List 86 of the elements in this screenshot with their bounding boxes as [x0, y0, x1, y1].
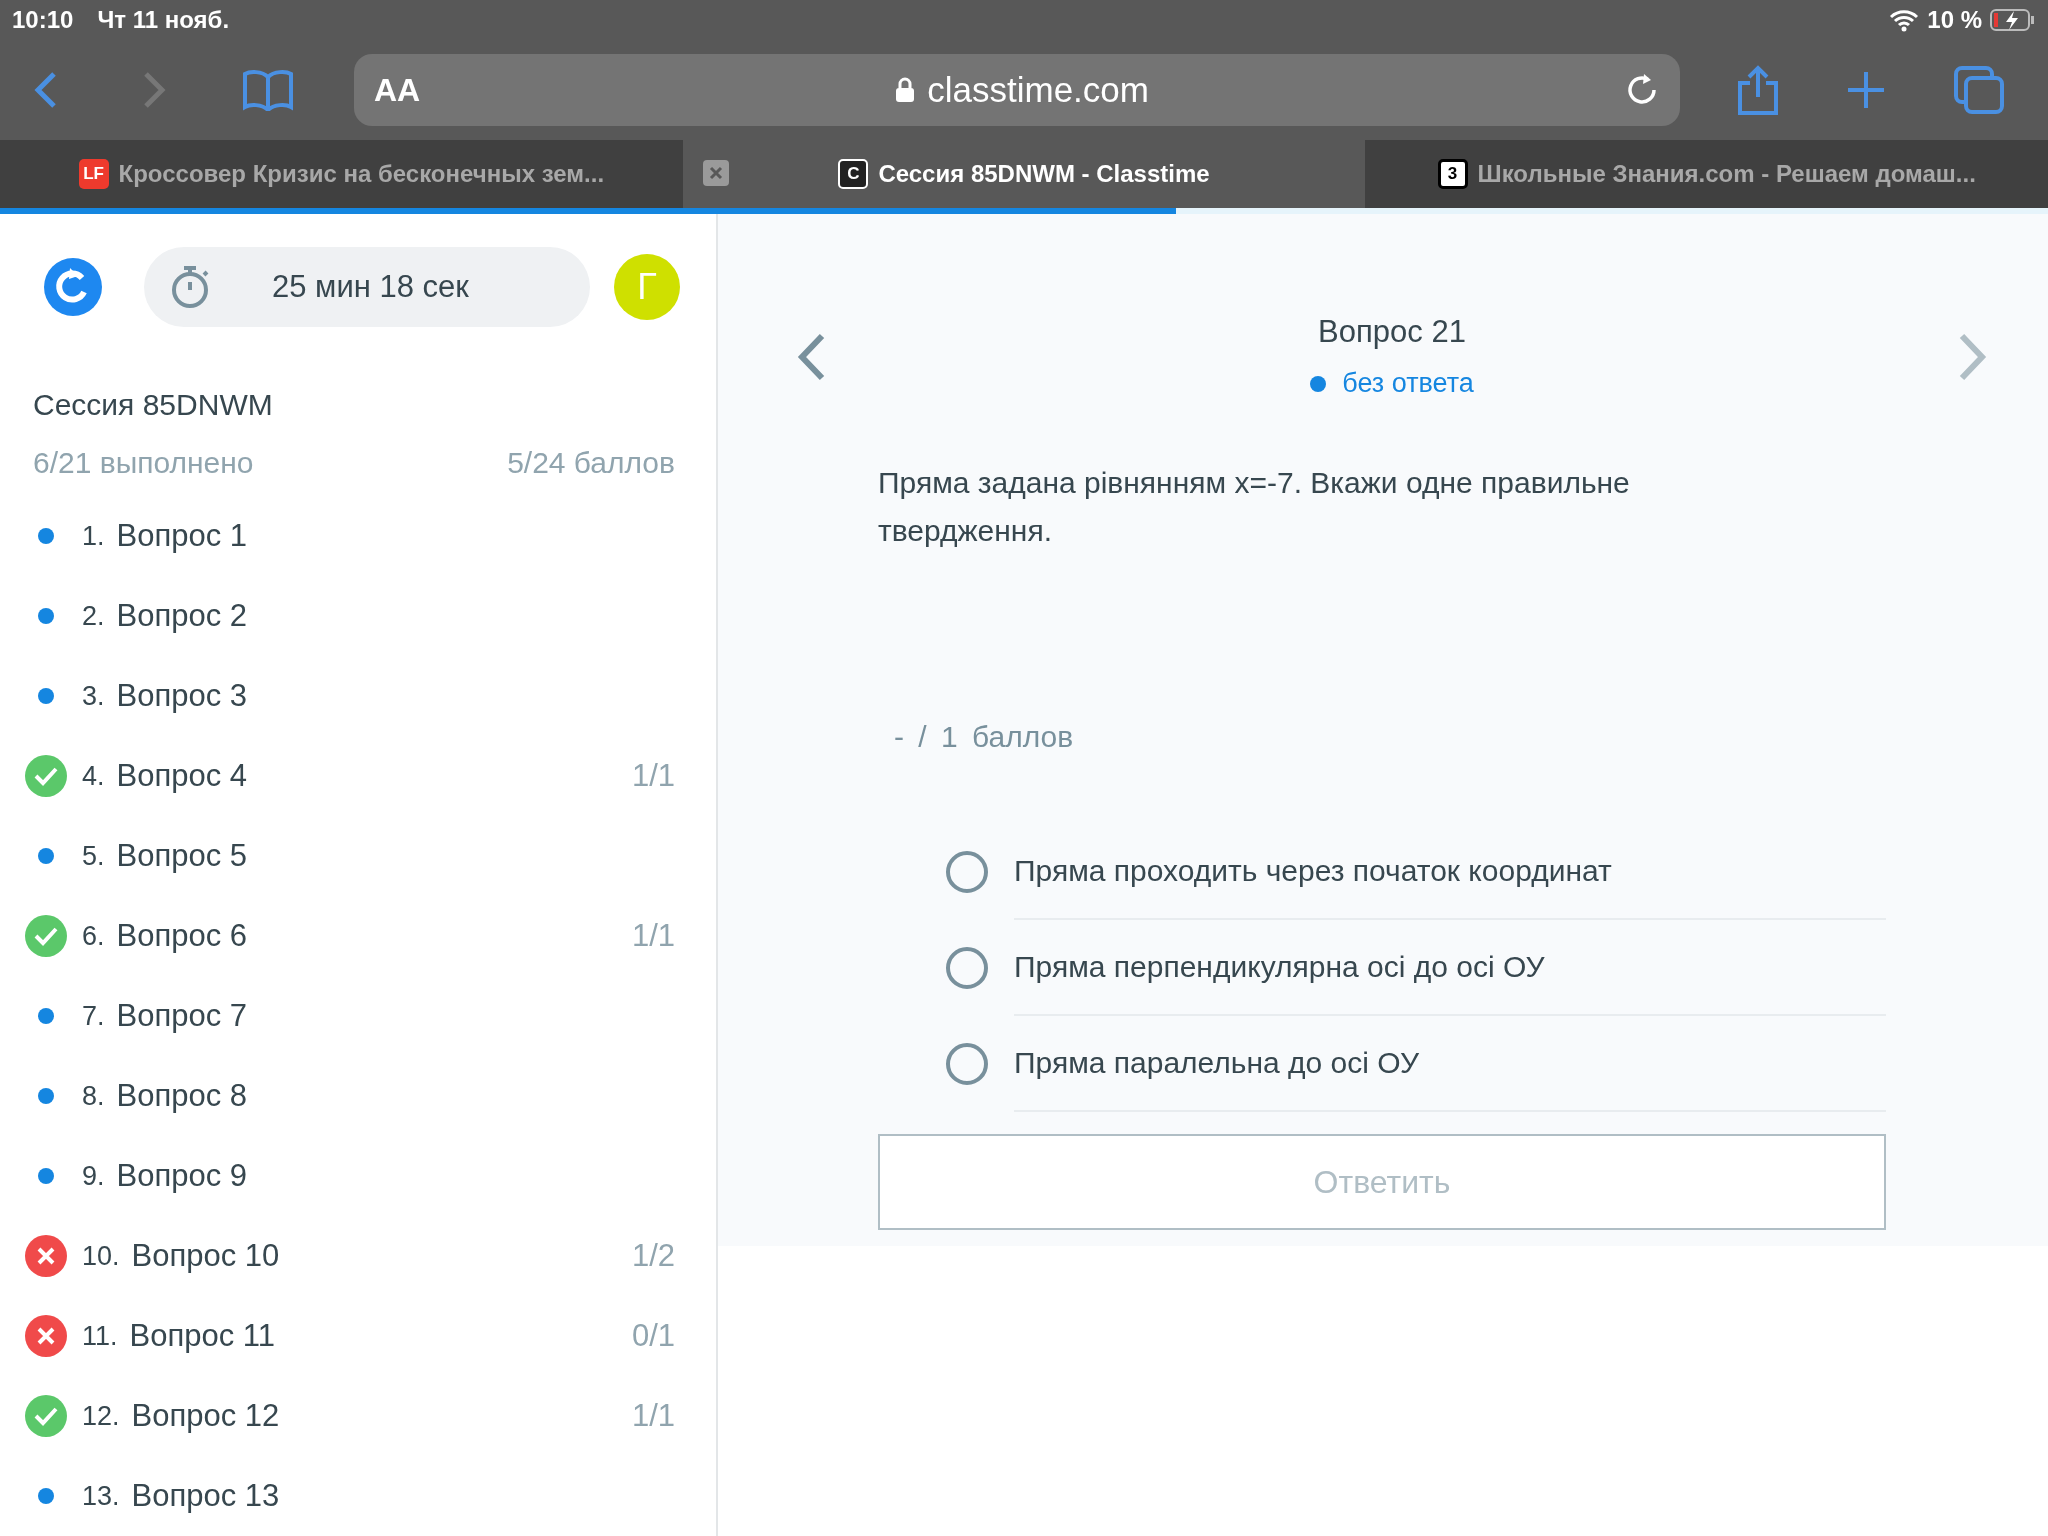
date: Чт 11 нояб.: [97, 6, 230, 34]
option-label[interactable]: Пряма перпендикулярна осі до осі ОУ: [1014, 920, 1886, 1016]
close-icon[interactable]: [702, 160, 729, 186]
check-icon: [25, 1395, 67, 1437]
score-total: 5/24 баллов: [507, 446, 675, 480]
text-size-button[interactable]: AA: [374, 71, 421, 109]
question-number: 11.: [82, 1320, 118, 1352]
next-icon[interactable]: [1958, 331, 1988, 382]
stopwatch-icon: [170, 265, 210, 309]
question-link[interactable]: Вопрос 12: [131, 1398, 632, 1434]
status-dot: [1310, 375, 1327, 392]
question-link[interactable]: Вопрос 4: [116, 758, 632, 794]
favicon: C: [838, 159, 869, 189]
radio-button[interactable]: [946, 947, 988, 989]
question-link[interactable]: Вопрос 13: [131, 1478, 675, 1514]
completed-count: 6/21 выполнено: [33, 446, 254, 480]
question-points: 1/2: [631, 1238, 675, 1274]
question-link[interactable]: Вопрос 3: [116, 678, 675, 714]
browser-tab[interactable]: C Сессия 85DNWM - Classtime: [682, 140, 1366, 208]
favicon: 3: [1437, 159, 1468, 189]
question-link[interactable]: Вопрос 11: [129, 1318, 632, 1354]
question-link[interactable]: Вопрос 5: [116, 838, 675, 874]
tab-title: Кроссовер Кризис на бесконечных зем...: [118, 160, 605, 188]
clock-time: 10:10: [12, 6, 74, 34]
status-dot: [38, 1168, 54, 1184]
book-icon[interactable]: [242, 69, 294, 111]
share-icon[interactable]: [1736, 65, 1780, 115]
question-link[interactable]: Вопрос 6: [116, 918, 632, 954]
battery-percent: 10 %: [1927, 6, 1982, 34]
tab-title: Сессия 85DNWM - Classtime: [878, 160, 1210, 188]
browser-tab[interactable]: LF Кроссовер Кризис на бесконечных зем...: [0, 140, 683, 208]
cross-icon: [25, 1235, 67, 1277]
check-icon: [25, 915, 67, 957]
lock-icon: [895, 77, 916, 103]
question-link[interactable]: Вопрос 10: [131, 1238, 632, 1274]
question-text: Пряма задана рівнянням x=-7. Вкажи одне правильне твердження.: [878, 465, 1631, 549]
question-number: 5.: [82, 840, 105, 872]
option-label[interactable]: Пряма проходить через початок координат: [1014, 824, 1886, 920]
status-dot: [38, 688, 54, 704]
question-number: 4.: [82, 760, 105, 792]
plus-icon[interactable]: [1846, 70, 1886, 110]
answer-status: без ответа: [1342, 368, 1474, 399]
question-link[interactable]: Вопрос 2: [116, 598, 675, 634]
wifi-icon: [1889, 8, 1920, 32]
question-number: 13.: [82, 1480, 120, 1512]
question-number: 9.: [82, 1160, 105, 1192]
browser-tab[interactable]: 3 Школьные Знания.com - Решаем домаш...: [1365, 140, 2048, 208]
question-points: 0/1: [631, 1318, 675, 1354]
question-number: 2.: [82, 600, 105, 632]
status-dot: [38, 608, 54, 624]
question-points: 1/1: [631, 1398, 675, 1434]
status-dot: [38, 1488, 54, 1504]
status-dot: [38, 528, 54, 544]
question-number: 6.: [82, 920, 105, 952]
question-link[interactable]: Вопрос 8: [116, 1078, 675, 1114]
logo-icon: [44, 258, 102, 316]
option-label[interactable]: Пряма паралельна до осі ОУ: [1014, 1016, 1886, 1112]
tabs-icon[interactable]: [1954, 66, 2004, 114]
question-title: Вопрос 21: [1318, 314, 1466, 350]
address-bar[interactable]: AA classtime.com: [354, 54, 1680, 126]
favicon: LF: [78, 159, 109, 189]
status-dot: [38, 1008, 54, 1024]
question-points: 1/1: [631, 758, 675, 794]
question-number: 7.: [82, 1000, 105, 1032]
question-number: 1.: [82, 520, 105, 552]
url-text: classtime.com: [927, 70, 1149, 110]
question-number: 8.: [82, 1080, 105, 1112]
question-number: 12.: [82, 1400, 120, 1432]
radio-button[interactable]: [946, 1043, 988, 1085]
previous-icon[interactable]: [796, 331, 826, 382]
radio-button[interactable]: [946, 851, 988, 893]
cross-icon: [25, 1315, 67, 1357]
battery-icon: [1990, 8, 2036, 32]
question-link[interactable]: Вопрос 7: [116, 998, 675, 1034]
status-dot: [38, 848, 54, 864]
question-points: - / 1 баллов: [894, 720, 1075, 754]
question-points: 1/1: [631, 918, 675, 954]
session-title: Сессия 85DNWM: [33, 388, 274, 422]
status-dot: [38, 1088, 54, 1104]
question-link[interactable]: Вопрос 9: [116, 1158, 675, 1194]
check-icon: [25, 755, 67, 797]
timer-text: 25 мин 18 сек: [272, 269, 469, 305]
question-number: 10.: [82, 1240, 120, 1272]
question-number: 3.: [82, 680, 105, 712]
question-link[interactable]: Вопрос 1: [116, 518, 675, 554]
tab-title: Школьные Знания.com - Решаем домаш...: [1477, 160, 1976, 188]
